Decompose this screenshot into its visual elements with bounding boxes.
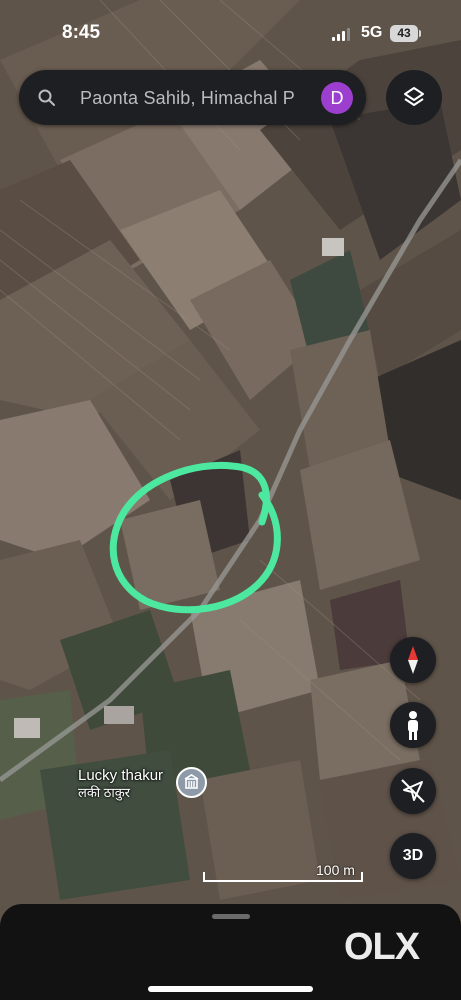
layers-icon [404,87,424,106]
battery-icon: 43 [390,25,418,42]
street-view-button[interactable] [390,702,436,748]
location-button[interactable] [390,768,436,814]
status-time: 8:45 [62,22,101,43]
olx-watermark: OLX [344,926,420,968]
place-label[interactable]: Lucky thakur लकी ठाकुर [78,767,163,801]
place-pin-icon[interactable] [176,767,207,798]
battery-tip [419,30,421,37]
search-bar[interactable]: Paonta Sahib, Himachal P D [19,70,366,125]
network-type: 5G [361,24,383,41]
search-icon[interactable] [37,88,57,108]
home-indicator [148,986,313,992]
compass-icon [408,646,418,674]
place-name: Lucky thakur [78,767,164,784]
3d-button[interactable]: 3D [390,833,436,879]
signal-icon [332,28,350,41]
sheet-handle[interactable] [212,914,250,919]
compass-button[interactable] [390,637,436,683]
search-input[interactable]: Paonta Sahib, Himachal P [80,88,310,109]
layers-button[interactable] [386,70,442,125]
place-name-local: लकी ठाकुर [78,785,130,800]
pegman-icon [408,711,418,740]
scale-bar [203,872,363,882]
avatar[interactable]: D [321,82,353,114]
status-bar: 8:45 5G 43 [0,0,461,62]
building-icon [184,774,199,789]
location-off-icon [401,779,425,803]
